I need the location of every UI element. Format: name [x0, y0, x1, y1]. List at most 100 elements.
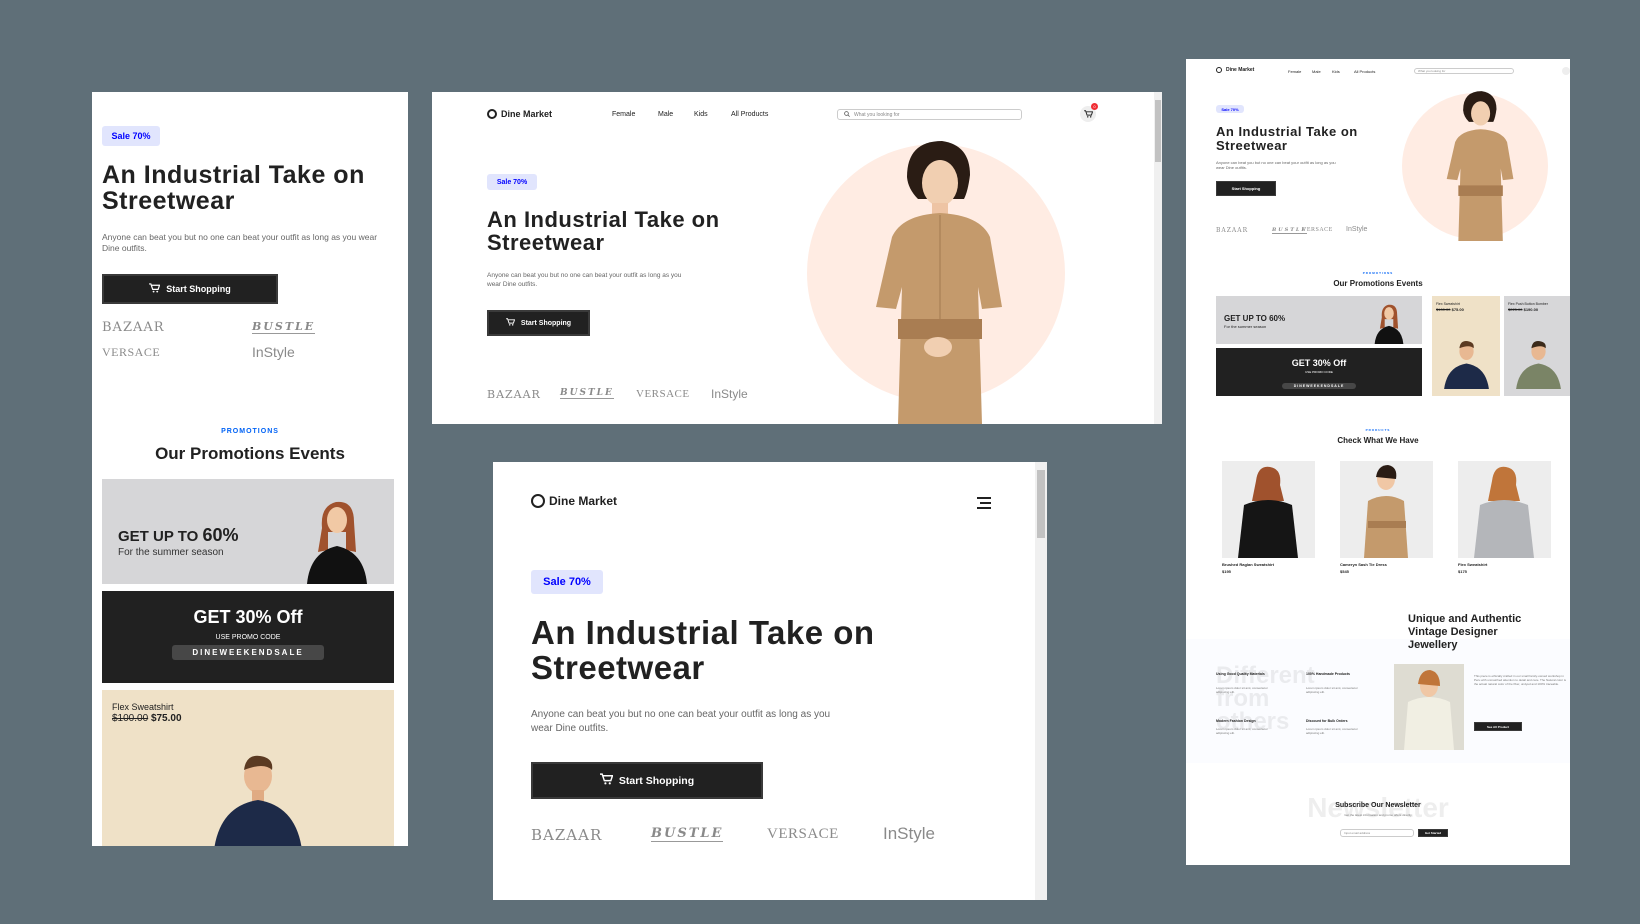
- hamburger-menu-icon[interactable]: [977, 497, 991, 509]
- newsletter-email-input[interactable]: Input email address: [1340, 829, 1414, 837]
- model-man-bomber-image: [1516, 341, 1561, 389]
- brand-bustle: BUSTLE: [252, 320, 316, 334]
- start-shopping-label: Start Shopping: [618, 774, 695, 787]
- promo-30-sub: USE PROMO CODE: [215, 634, 281, 641]
- hero-description: Anyone can beat you but no one can beat …: [1216, 160, 1336, 171]
- cart-count-badge: 0: [1091, 103, 1098, 110]
- cart-button[interactable]: 0: [1080, 103, 1098, 122]
- nav-female[interactable]: Female: [612, 111, 635, 118]
- product-name-2: Cameryn Sash Tie Dress: [1340, 562, 1387, 567]
- model-woman-image: [1374, 304, 1404, 344]
- search-input[interactable]: What you looking for: [1414, 68, 1514, 74]
- sale-badge: Sale 70%: [487, 174, 537, 190]
- start-shopping-button[interactable]: Start Shopping: [102, 274, 278, 304]
- nav-all-products[interactable]: All Products: [1354, 69, 1375, 74]
- start-shopping-button[interactable]: Start Shopping: [487, 310, 590, 336]
- brand-logo[interactable]: Dine Market: [487, 109, 552, 119]
- promo-card-flex[interactable]: Flex Sweatshirt $100.00 $75.00: [1432, 296, 1500, 396]
- full-page-preview: Dine Market Female Male Kids All Product…: [1186, 59, 1570, 865]
- sale-badge: Sale 70%: [1216, 105, 1244, 113]
- nav-male[interactable]: Male: [1312, 69, 1321, 74]
- product-price-1: $195: [1222, 569, 1231, 574]
- hero-title-line2: Streetwear: [102, 187, 235, 216]
- cart-icon: [599, 773, 614, 788]
- hero-description: Anyone can beat you but no one can beat …: [102, 232, 378, 254]
- brand-bustle: BUSTLE: [651, 826, 724, 842]
- brand-logo[interactable]: Dine Market: [531, 494, 617, 508]
- brand-instyle: InStyle: [883, 824, 935, 843]
- brand-versace: VERSACE: [636, 388, 690, 400]
- product-price-2: $545: [1340, 569, 1349, 574]
- promo-card-60[interactable]: GET UP TO 60% For the summer season: [1216, 296, 1422, 344]
- promo-card-30[interactable]: GET 30% Off USE PROMO CODE DINEWEEKENDSA…: [1216, 348, 1422, 396]
- brand-bustle: BUSTLE: [560, 388, 614, 399]
- model-woman-image: [307, 501, 367, 584]
- promo-60-sub: For the summer season: [1224, 324, 1267, 329]
- brand-bazaar: BAZAAR: [102, 320, 165, 335]
- cart-icon[interactable]: [1562, 67, 1570, 75]
- bomber-name: Flex Push Button Bomber: [1508, 302, 1548, 306]
- see-all-products-button[interactable]: See All Product: [1474, 722, 1522, 731]
- promo-30-title: GET 30% Off: [1291, 358, 1347, 368]
- unique-body: This piece is ethically crafted in our s…: [1474, 674, 1566, 687]
- brand-versace: VERSACE: [102, 345, 161, 359]
- brand-versace: VERSACE: [1302, 227, 1333, 233]
- search-input[interactable]: What you looking for: [837, 109, 1022, 120]
- flex-price: $100.00 $75.00: [1436, 307, 1464, 312]
- nav-female[interactable]: Female: [1288, 69, 1301, 74]
- promo-60-title: GET UP TO 60%: [118, 525, 239, 545]
- product-image-1: [1222, 461, 1315, 558]
- feature-4-title: Discount for Bulk Orders: [1306, 719, 1348, 723]
- scrollbar-thumb[interactable]: [1155, 100, 1161, 162]
- get-started-button[interactable]: Get Started: [1418, 829, 1448, 837]
- feature-4-desc: Lorem ipsum dolor sit amt, consectetur a…: [1306, 727, 1358, 735]
- start-shopping-label: Start Shopping: [166, 284, 231, 294]
- brand-name: Dine Market: [501, 109, 553, 119]
- hero-title: An Industrial Take on Streetwear: [487, 208, 787, 254]
- feature-1-title: Using Good Quality Materials: [1216, 672, 1265, 676]
- promotions-title: Our Promotions Events: [155, 444, 345, 463]
- hero-description: Anyone can beat you but no one can beat …: [487, 272, 682, 288]
- nav-kids[interactable]: Kids: [1332, 69, 1340, 74]
- nav-all-products[interactable]: All Products: [731, 111, 768, 118]
- hero-title: An Industrial Take on Streetwear: [102, 162, 402, 215]
- hero-model-image: [876, 141, 1002, 424]
- brand-instyle: InStyle: [252, 344, 295, 360]
- mobile-preview: Sale 70% An Industrial Take on Streetwea…: [92, 92, 408, 846]
- promo-card-bomber[interactable]: Flex Push Button Bomber $225.00 $190.00: [1504, 296, 1570, 396]
- hero-title-line1: An Industrial Take on: [531, 614, 875, 651]
- promotions-label: PROMOTIONS: [1362, 271, 1394, 275]
- product-card-1[interactable]: Brushed Raglan Sweatshirt $195: [1222, 461, 1315, 574]
- product-name-1: Brushed Raglan Sweatshirt: [1222, 562, 1275, 567]
- start-shopping-button[interactable]: Start Shopping: [531, 762, 763, 799]
- desktop-preview: Dine Market Female Male Kids All Product…: [432, 92, 1162, 424]
- brand-logo[interactable]: Dine Market: [1216, 67, 1254, 73]
- product-price-3: $175: [1458, 569, 1467, 574]
- brand-instyle: InStyle: [1346, 226, 1368, 233]
- brand-name: Dine Market: [1226, 67, 1255, 73]
- products-label: PRODUCTS: [1365, 428, 1391, 432]
- hero-title-line2: Streetwear: [1216, 137, 1288, 153]
- product-card-2[interactable]: Cameryn Sash Tie Dress $545: [1340, 461, 1433, 574]
- promo-card-30[interactable]: GET 30% Off USE PROMO CODE DINEWEEKENDSA…: [102, 591, 394, 683]
- hero-description: Anyone can beat you but no one can beat …: [531, 709, 831, 734]
- scrollbar-thumb[interactable]: [1037, 470, 1045, 538]
- feature-2-title: 100% Handmade Products: [1306, 672, 1350, 676]
- product-name-3: Flex Sweatshirt: [1458, 562, 1488, 567]
- unique-image: [1394, 664, 1464, 750]
- hero-title: An Industrial Take on Streetwear: [531, 614, 1001, 685]
- promotions-label: PROMOTIONS: [221, 428, 279, 435]
- promo-card-60[interactable]: GET UP TO 60% For the summer season: [102, 479, 394, 584]
- promo-card-flex[interactable]: Flex Sweatshirt $100.00 $75.00: [102, 690, 394, 846]
- flex-name: Flex Sweatshirt: [112, 702, 174, 712]
- get-started-label: Get Started: [1424, 831, 1442, 835]
- logo-ring-icon: [1216, 67, 1222, 73]
- nav-kids[interactable]: Kids: [694, 111, 708, 118]
- search-icon: [844, 110, 850, 119]
- nav-male[interactable]: Male: [658, 111, 673, 118]
- start-shopping-label: Start Shopping: [1231, 186, 1261, 191]
- product-card-3[interactable]: Flex Sweatshirt $175: [1458, 461, 1551, 574]
- logo-ring-icon: [531, 494, 545, 508]
- brand-bazaar: BAZAAR: [487, 388, 541, 401]
- start-shopping-button[interactable]: Start Shopping: [1216, 181, 1276, 196]
